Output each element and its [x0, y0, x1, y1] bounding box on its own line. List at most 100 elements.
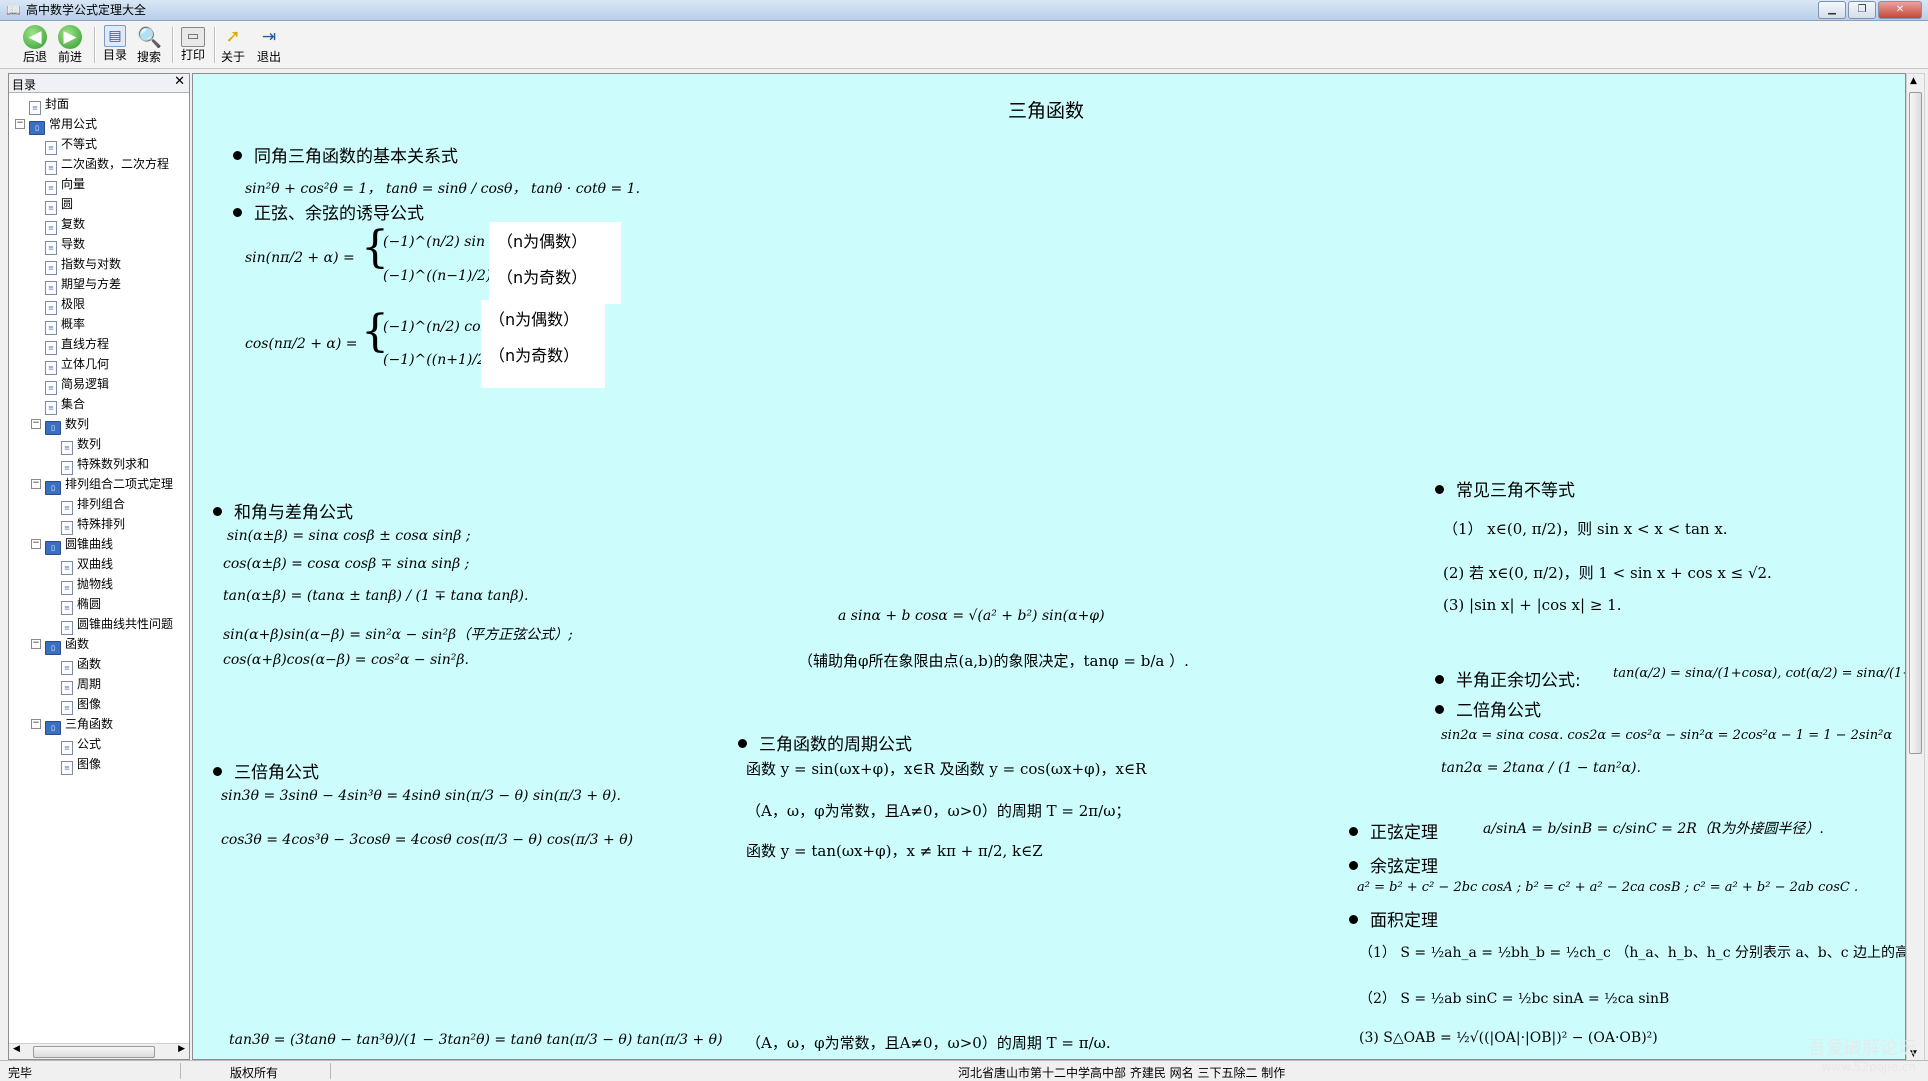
forward-button[interactable]: ▶ 前进 [53, 23, 87, 66]
tree-item[interactable]: ≡ 封面 [29, 94, 69, 115]
document-icon: ≡ [61, 601, 73, 615]
tree-item-label: 复数 [61, 217, 86, 231]
scroll-left-icon[interactable]: ◀ [13, 1044, 20, 1054]
tree-item[interactable]: ≡ 图像 [61, 754, 101, 775]
document-view: 三角函数 同角三角函数的基本关系式 sin²θ + cos²θ = 1， tan… [192, 73, 1906, 1060]
tree-item[interactable]: ≡ 导数 [45, 234, 85, 255]
formula: a/sinA = b/sinB = c/sinC = 2R（R为外接圆半径）. [1483, 821, 1824, 837]
tree-item-label: 特殊排列 [77, 517, 126, 531]
tree-item[interactable]: ≡ 概率 [45, 314, 85, 335]
close-button[interactable]: ✕ [1878, 1, 1922, 19]
formula: tan3θ = (3tanθ − tan³θ)/(1 − 3tan²θ) = t… [229, 1032, 723, 1048]
forward-arrow-icon: ▶ [58, 25, 82, 49]
formula: a sinα + b cosα = √(a² + b²) sin(α+φ) [838, 608, 1105, 624]
document-icon: ≡ [61, 761, 73, 775]
tree-item[interactable]: ≡ 圆 [45, 194, 73, 215]
tree-item[interactable]: ≡ 圆锥曲线共性问题 [61, 614, 174, 635]
formula: （辅助角φ所在象限由点(a,b)的象限决定，tanφ = b/a ）. [798, 652, 1189, 670]
tree-item[interactable]: ≡ 图像 [61, 694, 101, 715]
book-folder-icon: ▯ [45, 641, 61, 655]
tree-item[interactable]: ≡ 特殊排列 [61, 514, 126, 535]
document-icon: ≡ [45, 361, 57, 375]
formula: （A，ω，φ为常数，且A≠0，ω>0）的周期 T = 2π/ω； [746, 802, 1131, 820]
close-panel-icon[interactable]: ✕ [174, 74, 185, 89]
formula: sin²θ + cos²θ = 1， tanθ = sinθ / cosθ， t… [245, 181, 641, 197]
tree-item[interactable]: ≡ 双曲线 [61, 554, 114, 575]
status-divider [180, 1063, 181, 1079]
tree-item-label: 双曲线 [77, 557, 114, 571]
collapse-icon[interactable]: − [31, 639, 41, 649]
scroll-up-icon[interactable]: ▲ [1910, 76, 1917, 86]
tree-item[interactable]: − ▯ 函数 [31, 634, 90, 655]
toc-button[interactable]: ▤ 目录 [98, 23, 132, 66]
about-button[interactable]: ➚ 关于 [216, 23, 250, 66]
tree-item[interactable]: ≡ 椭圆 [61, 594, 101, 615]
tree-item-label: 立体几何 [61, 357, 110, 371]
contents-icon: ▤ [104, 25, 126, 47]
tree-item[interactable]: ≡ 周期 [61, 674, 102, 695]
formula: (−1)^(n/2) sin α, [383, 234, 504, 250]
tree-item-label: 圆锥曲线共性问题 [77, 617, 174, 631]
tree-item-label: 函数 [65, 637, 90, 651]
tree-item-label: 周期 [77, 677, 102, 691]
tree-item[interactable]: ≡ 指数与对数 [45, 254, 121, 275]
scroll-thumb[interactable] [1909, 92, 1922, 754]
watermark: 吾爱破解论坛 www.52pojie.cn [1808, 1034, 1916, 1074]
bullet-icon [1349, 861, 1358, 870]
tree-item[interactable]: − ▯ 圆锥曲线 [31, 534, 113, 555]
tree-item[interactable]: ≡ 直线方程 [45, 334, 110, 355]
collapse-icon[interactable]: − [31, 419, 41, 429]
book-folder-icon: ▯ [45, 721, 61, 735]
tree-item[interactable]: ≡ 集合 [45, 394, 85, 415]
formula: cos(α±β) = cosα cosβ ∓ sinα sinβ ; [223, 556, 470, 572]
maximize-button[interactable]: ❐ [1848, 1, 1876, 19]
tree-item[interactable]: ≡ 函数 [61, 654, 101, 675]
formula: (3) |sin x| + |cos x| ≥ 1. [1443, 596, 1622, 614]
tree-item-label: 数列 [77, 437, 102, 451]
watermark-url: www.52pojie.cn [1821, 1060, 1916, 1074]
tree-item[interactable]: ≡ 数列 [61, 434, 102, 455]
collapse-icon[interactable]: − [31, 719, 41, 729]
tree-item[interactable]: ≡ 不等式 [45, 134, 98, 155]
tree-item-label: 直线方程 [61, 337, 110, 351]
tree-item[interactable]: ≡ 排列组合 [61, 494, 125, 515]
toolbar-separator [172, 27, 174, 63]
formula: cos(α+β)cos(α−β) = cos²α − sin²β. [223, 652, 469, 668]
exit-button[interactable]: ⇥ 退出 [252, 23, 286, 66]
search-button[interactable]: 🔍 搜索 [132, 23, 166, 66]
watermark-title: 吾爱破解论坛 [1808, 1038, 1916, 1059]
collapse-icon[interactable]: − [15, 119, 25, 129]
tree-item[interactable]: ≡ 期望与方差 [45, 274, 121, 295]
tree-item-label: 排列组合二项式定理 [65, 477, 174, 491]
print-button[interactable]: ▭ 打印 [176, 23, 210, 66]
collapse-icon[interactable]: − [31, 479, 41, 489]
horizontal-scrollbar[interactable]: ◀ ▶ [9, 1043, 189, 1059]
contents-panel: 目录 ✕ ≡ 封面 − ▯ 常用公式 ≡ 不等式 ≡ 二次函数，二次方程 ≡ 向量 ≡ 圆 ≡ 复数 ≡ 导数 ≡… [8, 73, 190, 1060]
document-icon: ≡ [61, 621, 73, 635]
tree-item-label: 不等式 [61, 137, 98, 151]
tree-item[interactable]: − ▯ 常用公式 [15, 114, 97, 135]
tree-item[interactable]: − ▯ 排列组合二项式定理 [31, 474, 174, 495]
scroll-right-icon[interactable]: ▶ [178, 1044, 185, 1054]
collapse-icon[interactable]: − [31, 539, 41, 549]
vertical-scrollbar[interactable]: ▲ ▼ [1906, 73, 1925, 1062]
tree-item[interactable]: ≡ 抛物线 [61, 574, 113, 595]
tree-item[interactable]: ≡ 简易逻辑 [45, 374, 109, 395]
scroll-thumb[interactable] [33, 1046, 155, 1058]
tree-item[interactable]: ≡ 极限 [45, 294, 85, 315]
about-label: 关于 [220, 50, 245, 64]
tree-item[interactable]: ≡ 复数 [45, 214, 86, 235]
tree-item[interactable]: − ▯ 三角函数 [31, 714, 113, 735]
back-button[interactable]: ◀ 后退 [18, 23, 52, 66]
document-icon: ≡ [45, 161, 57, 175]
tree-item[interactable]: ≡ 立体几何 [45, 354, 110, 375]
tree-item[interactable]: − ▯ 数列 [31, 414, 89, 435]
tree-item[interactable]: ≡ 特殊数列求和 [61, 454, 149, 475]
bullet-icon [1349, 827, 1358, 836]
tree-item[interactable]: ≡ 向量 [45, 174, 85, 195]
tree-item[interactable]: ≡ 公式 [61, 734, 101, 755]
formula: cos(nπ/2 + α) = [245, 336, 358, 352]
minimize-button[interactable]: ▁ [1818, 1, 1846, 19]
title-bar: 📖 高中数学公式定理大全 ▁ ❐ ✕ [0, 0, 1928, 21]
tree-item[interactable]: ≡ 二次函数，二次方程 [45, 154, 169, 175]
